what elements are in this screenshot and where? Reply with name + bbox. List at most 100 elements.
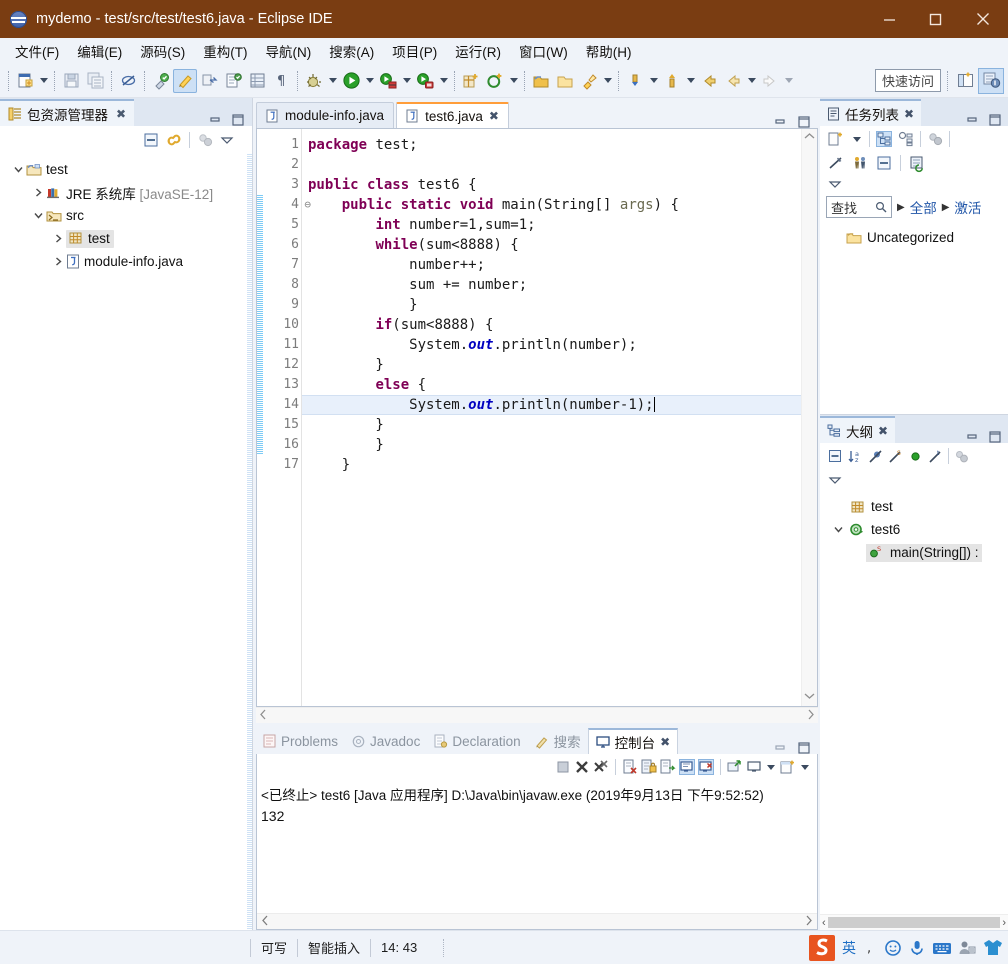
profile-dropdown-icon[interactable] <box>437 69 450 93</box>
twisty-closed-icon[interactable] <box>50 234 66 243</box>
focus-icon[interactable] <box>954 449 969 464</box>
open-folder-icon[interactable] <box>553 69 577 93</box>
task-list-body[interactable]: Uncategorized <box>820 222 1008 414</box>
profile-icon[interactable] <box>413 69 437 93</box>
menu-navigate[interactable]: 导航(N) <box>257 38 321 65</box>
menu-edit[interactable]: 编辑(E) <box>68 38 131 65</box>
word-wrap-icon[interactable] <box>660 759 676 775</box>
tab-outline[interactable]: 大纲 ✖ <box>820 416 896 443</box>
console-output[interactable]: <已终止> test6 [Java 应用程序] D:\Java\bin\java… <box>256 780 818 930</box>
menu-help[interactable]: 帮助(H) <box>577 38 641 65</box>
display-selected-console-menu-icon[interactable] <box>765 759 777 775</box>
maximize-view-icon[interactable] <box>798 116 810 128</box>
link-with-editor-icon[interactable] <box>166 132 182 148</box>
back-dropdown-icon[interactable] <box>745 69 758 93</box>
categorized-icon[interactable] <box>876 131 892 147</box>
ime-user-icon[interactable] <box>958 939 976 957</box>
minimize-button[interactable] <box>866 0 912 38</box>
run-external-dropdown-icon[interactable] <box>400 69 413 93</box>
java-perspective-icon[interactable] <box>978 67 1004 94</box>
next-annotation-icon[interactable] <box>660 69 684 93</box>
task-category-row[interactable]: Uncategorized <box>820 226 1008 249</box>
ime-skin-icon[interactable] <box>982 938 1004 958</box>
display-selected-console-icon[interactable] <box>746 759 762 775</box>
scroll-left-icon[interactable]: ‹ <box>822 917 826 929</box>
toggle-mark-occurrences-icon[interactable] <box>116 69 140 93</box>
pin-icon[interactable] <box>577 69 601 93</box>
hide-fields-icon[interactable] <box>868 449 883 464</box>
debug-dropdown-icon[interactable] <box>326 69 339 93</box>
close-icon[interactable]: ✖ <box>660 735 670 749</box>
new-java-package-icon[interactable] <box>197 69 221 93</box>
maximize-button[interactable] <box>912 0 958 38</box>
previous-annotation-icon[interactable] <box>623 69 647 93</box>
pin-dropdown-icon[interactable] <box>601 69 614 93</box>
new-task-icon[interactable] <box>828 131 844 147</box>
debug-icon[interactable] <box>302 69 326 93</box>
outline-item-class[interactable]: test6 <box>820 518 1008 541</box>
open-console-menu-icon[interactable] <box>799 759 811 775</box>
tab-problems[interactable]: Problems <box>256 728 345 754</box>
new-wizard-dropdown-icon[interactable] <box>37 69 50 93</box>
view-menu-icon[interactable] <box>828 473 842 487</box>
scroll-right-icon[interactable] <box>805 915 813 929</box>
new-annotation-dropdown-icon[interactable] <box>507 69 520 93</box>
maximize-view-icon[interactable] <box>798 742 810 754</box>
tree-item-module-info[interactable]: module-info.java <box>0 250 252 273</box>
collapse-all-icon[interactable] <box>876 155 892 171</box>
tab-task-list[interactable]: 任务列表 ✖ <box>820 99 922 126</box>
sort-icon[interactable]: az <box>848 449 863 464</box>
synchronize-icon[interactable] <box>927 131 943 147</box>
remove-all-launches-icon[interactable] <box>593 759 609 775</box>
twisty-closed-icon[interactable] <box>50 257 66 266</box>
new-java-project-icon[interactable] <box>459 69 483 93</box>
open-type-icon[interactable] <box>173 68 197 93</box>
outline-tree[interactable]: test test6 S main(String[]): <box>820 491 1008 914</box>
hide-static-icon[interactable]: S <box>888 449 903 464</box>
search-icon[interactable] <box>875 201 887 213</box>
scroll-right-icon[interactable] <box>807 709 815 723</box>
editor-tab-test6[interactable]: test6.java ✖ <box>396 102 509 128</box>
sogou-logo-icon[interactable] <box>809 934 835 961</box>
run-icon[interactable] <box>339 69 363 93</box>
tree-item-src-folder[interactable]: src <box>0 204 252 227</box>
menu-file[interactable]: 文件(F) <box>6 38 68 65</box>
twisty-open-icon[interactable] <box>830 525 846 534</box>
ime-keyboard-icon[interactable] <box>932 940 952 956</box>
maximize-view-icon[interactable] <box>232 114 244 126</box>
scroll-down-icon[interactable] <box>804 692 815 703</box>
hide-nonpublic-icon[interactable] <box>908 449 923 464</box>
editor-tab-module-info[interactable]: module-info.java <box>256 102 395 128</box>
minimize-view-icon[interactable] <box>775 116 787 128</box>
scroll-left-icon[interactable] <box>259 709 267 723</box>
twisty-open-icon[interactable] <box>10 165 26 174</box>
maximize-view-icon[interactable] <box>989 114 1001 126</box>
editor-vertical-scrollbar[interactable] <box>801 129 817 706</box>
forward-history-icon[interactable] <box>721 69 745 93</box>
ime-punctuation-icon[interactable]: , <box>866 938 878 957</box>
open-task-icon[interactable] <box>529 69 553 93</box>
collapse-all-icon[interactable] <box>143 132 159 148</box>
preset-all-link[interactable]: 全部 <box>910 197 937 217</box>
ime-voice-icon[interactable] <box>908 939 926 957</box>
show-console-on-output-icon[interactable] <box>679 759 695 775</box>
console-horizontal-scrollbar[interactable] <box>257 913 817 929</box>
pin-console-icon[interactable] <box>727 759 743 775</box>
outline-item-package[interactable]: test <box>820 495 1008 518</box>
editor-horizontal-scrollbar[interactable] <box>256 707 818 723</box>
preset-active-link[interactable]: 激活 <box>954 197 981 217</box>
next-annotation-dropdown-icon[interactable] <box>684 69 697 93</box>
twisty-open-icon[interactable] <box>30 211 46 220</box>
paragraph-mark-icon[interactable]: ¶ <box>269 69 293 93</box>
tree-scroll-strip[interactable] <box>247 154 252 930</box>
open-console-icon[interactable] <box>780 759 796 775</box>
menu-refactor[interactable]: 重构(T) <box>194 38 256 65</box>
minimize-view-icon[interactable] <box>967 114 979 126</box>
scroll-lock-icon[interactable] <box>641 759 657 775</box>
tab-declaration[interactable]: Declaration <box>427 728 527 754</box>
tree-item-test-project[interactable]: test <box>0 158 252 181</box>
new-annotation-icon[interactable] <box>483 69 507 93</box>
tab-search[interactable]: 搜索 <box>528 728 588 754</box>
quick-access-input[interactable]: 快速访问 <box>874 69 941 92</box>
twisty-closed-icon[interactable] <box>30 188 46 197</box>
